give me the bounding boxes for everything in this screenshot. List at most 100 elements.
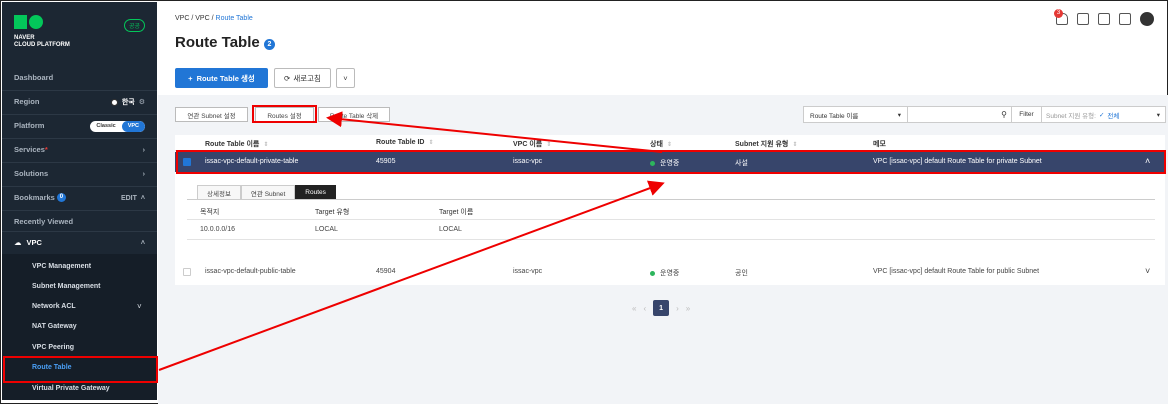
chevron-down-icon: ˅ [343,73,348,83]
status-dot-icon [650,160,655,166]
submenu-subnet-management[interactable]: Subnet Management [32,283,100,290]
breadcrumb: VPC / VPC / Route Table [175,15,253,22]
logo-text-line1: NAVER [14,35,35,41]
cell-id: 45904 [376,268,396,275]
submenu-virtual-private-gateway[interactable]: Virtual Private Gateway [32,385,110,392]
column-header[interactable]: Subnet 지원 유형 ⇕ [735,139,797,149]
sidebar: NAVER CLOUD PLATFORM 공공 Dashboard Region… [2,2,157,400]
bookmarks-edit[interactable]: EDIT [121,195,137,202]
routes-setting-button[interactable]: Routes 설정 [255,107,314,122]
column-header: 메모 [873,141,886,148]
submenu-nat-gateway[interactable]: NAT Gateway [32,323,77,330]
sidebar-item-services[interactable]: Services * › [2,138,157,160]
breadcrumb-current: Route Table [215,15,253,22]
chevron-up-icon: ˄ [140,239,145,247]
submenu-vpc-management[interactable]: VPC Management [32,263,91,270]
cell-memo: VPC [issac-vpc] default Route Table for … [873,268,1040,275]
help-count-badge[interactable]: 2 [264,39,275,50]
sidebar-item-bookmarks[interactable]: Bookmarks 0 EDIT ˄ [2,186,157,208]
detail-col-target-name: Target 이름 [439,209,474,216]
region-value: 한국 [121,99,135,106]
next-page-icon[interactable]: › [676,304,679,313]
search-input[interactable]: ⚲ [908,106,1012,123]
search-icon[interactable]: ⚲ [1001,110,1007,119]
column-header[interactable]: VPC 이름 ⇕ [513,139,551,149]
delete-route-table-button[interactable]: Route Table 삭제 [318,107,390,122]
document-icon[interactable] [1119,13,1131,25]
caret-down-icon: ▾ [897,111,901,119]
sidebar-item-dashboard[interactable]: Dashboard [2,66,157,88]
tab-detail-info[interactable]: 상세정보 [197,185,241,199]
prev-page-icon[interactable]: ‹ [643,304,646,313]
vpc-submenu [2,254,157,400]
cell-status: 운영중 [650,268,679,278]
tab-associated-subnet[interactable]: 연관 Subnet [240,185,296,199]
column-header[interactable]: Route Table ID ⇕ [376,139,434,146]
create-route-table-button[interactable]: + Route Table 생성 [175,68,268,88]
route-target-type: LOCAL [315,226,338,233]
cell-vpc: issac-vpc [513,268,543,275]
sidebar-item-solutions[interactable]: Solutions › [2,162,157,184]
cell-subnet-type: 사설 [735,160,748,167]
plus-icon: + [188,73,193,83]
cloud-icon: ☁ [14,238,22,247]
chevron-down-icon[interactable]: ˅ [137,302,142,311]
subnet-type-filter[interactable]: Subnet 지원 유형: ✓ 전체 ▾ [1042,106,1166,123]
breadcrumb-vpc-2[interactable]: VPC [195,15,209,22]
last-page-icon[interactable]: » [686,304,690,313]
table-header: Route Table 이름 ⇕ Route Table ID ⇕ VPC 이름 ⇕ … [175,135,1165,151]
route-destination: 10.0.0.0/16 [200,226,236,233]
sort-icon: ⇕ [263,142,269,148]
submenu-network-acl[interactable]: Network ACL [32,303,76,310]
refresh-icon: ⟳ [284,73,291,83]
status-dot-icon [650,270,655,276]
filter-button[interactable]: Filter [1012,106,1042,123]
notification-count: 3 [1054,9,1063,18]
chevron-down-icon[interactable]: ˅ [1145,266,1150,276]
cell-memo: VPC [issac-vpc] default Route Table for … [873,158,1042,165]
submenu-vpc-peering[interactable]: VPC Peering [32,344,74,351]
tab-routes[interactable]: Routes [295,185,336,199]
column-header[interactable]: Route Table 이름 ⇕ [205,139,268,149]
submenu-route-table[interactable]: Route Table [32,364,72,371]
calendar-icon[interactable] [1098,13,1110,25]
search-field-select[interactable]: Route Table 이름 ▾ [803,106,908,123]
platform-toggle[interactable]: Classic VPC [90,120,145,132]
sidebar-item-platform: Platform Classic VPC [2,114,157,136]
refresh-button[interactable]: ⟳ 새로고침 [274,68,331,88]
chevron-up-icon[interactable]: ˄ [141,195,145,202]
gov-badge: 공공 [124,19,146,32]
detail-panel: 상세정보 연관 Subnet Routes 목적지 Target 유형 Targ… [185,183,1155,248]
chevron-right-icon: › [142,146,145,154]
cell-name: issac-vpc-default-private-table [205,158,299,165]
top-icons: 3 [1054,9,1154,26]
cell-name: issac-vpc-default-public-table [205,268,296,275]
cell-status: 운영중 [650,158,679,168]
user-avatar-icon[interactable] [1140,12,1154,26]
bell-icon[interactable]: 3 [1054,9,1068,25]
breadcrumb-vpc-1[interactable]: VPC [175,15,189,22]
sort-icon: ⇕ [792,142,798,148]
sidebar-item-vpc[interactable]: ☁ VPC ˄ [2,231,157,253]
subnet-setting-button[interactable]: 연관 Subnet 설정 [175,107,248,122]
first-page-icon[interactable]: « [632,304,636,313]
row-checkbox[interactable] [183,158,191,166]
naver-logo-icon [14,15,43,29]
check-icon: ✓ [1098,111,1105,119]
platform-classic[interactable]: Classic [90,121,121,132]
table-row[interactable]: issac-vpc-default-private-table 45905 is… [175,152,1165,172]
more-dropdown-button[interactable]: ˅ [336,68,355,88]
chat-icon[interactable] [1077,13,1089,25]
sort-icon: ⇕ [666,142,672,148]
chevron-up-icon[interactable]: ˄ [1145,156,1150,166]
platform-vpc[interactable]: VPC [121,120,145,132]
detail-col-destination: 목적지 [200,209,220,216]
gear-icon[interactable]: ⚙ [139,98,145,106]
column-header[interactable]: 상태 ⇕ [650,139,672,149]
cell-vpc: issac-vpc [513,158,543,165]
row-checkbox[interactable] [183,268,191,276]
page-current[interactable]: 1 [653,300,670,316]
table-row[interactable]: issac-vpc-default-public-table 45904 iss… [175,263,1165,281]
sidebar-item-recently-viewed[interactable]: Recently Viewed [2,210,157,232]
sidebar-item-region[interactable]: Region 한국 ⚙ [2,90,157,112]
